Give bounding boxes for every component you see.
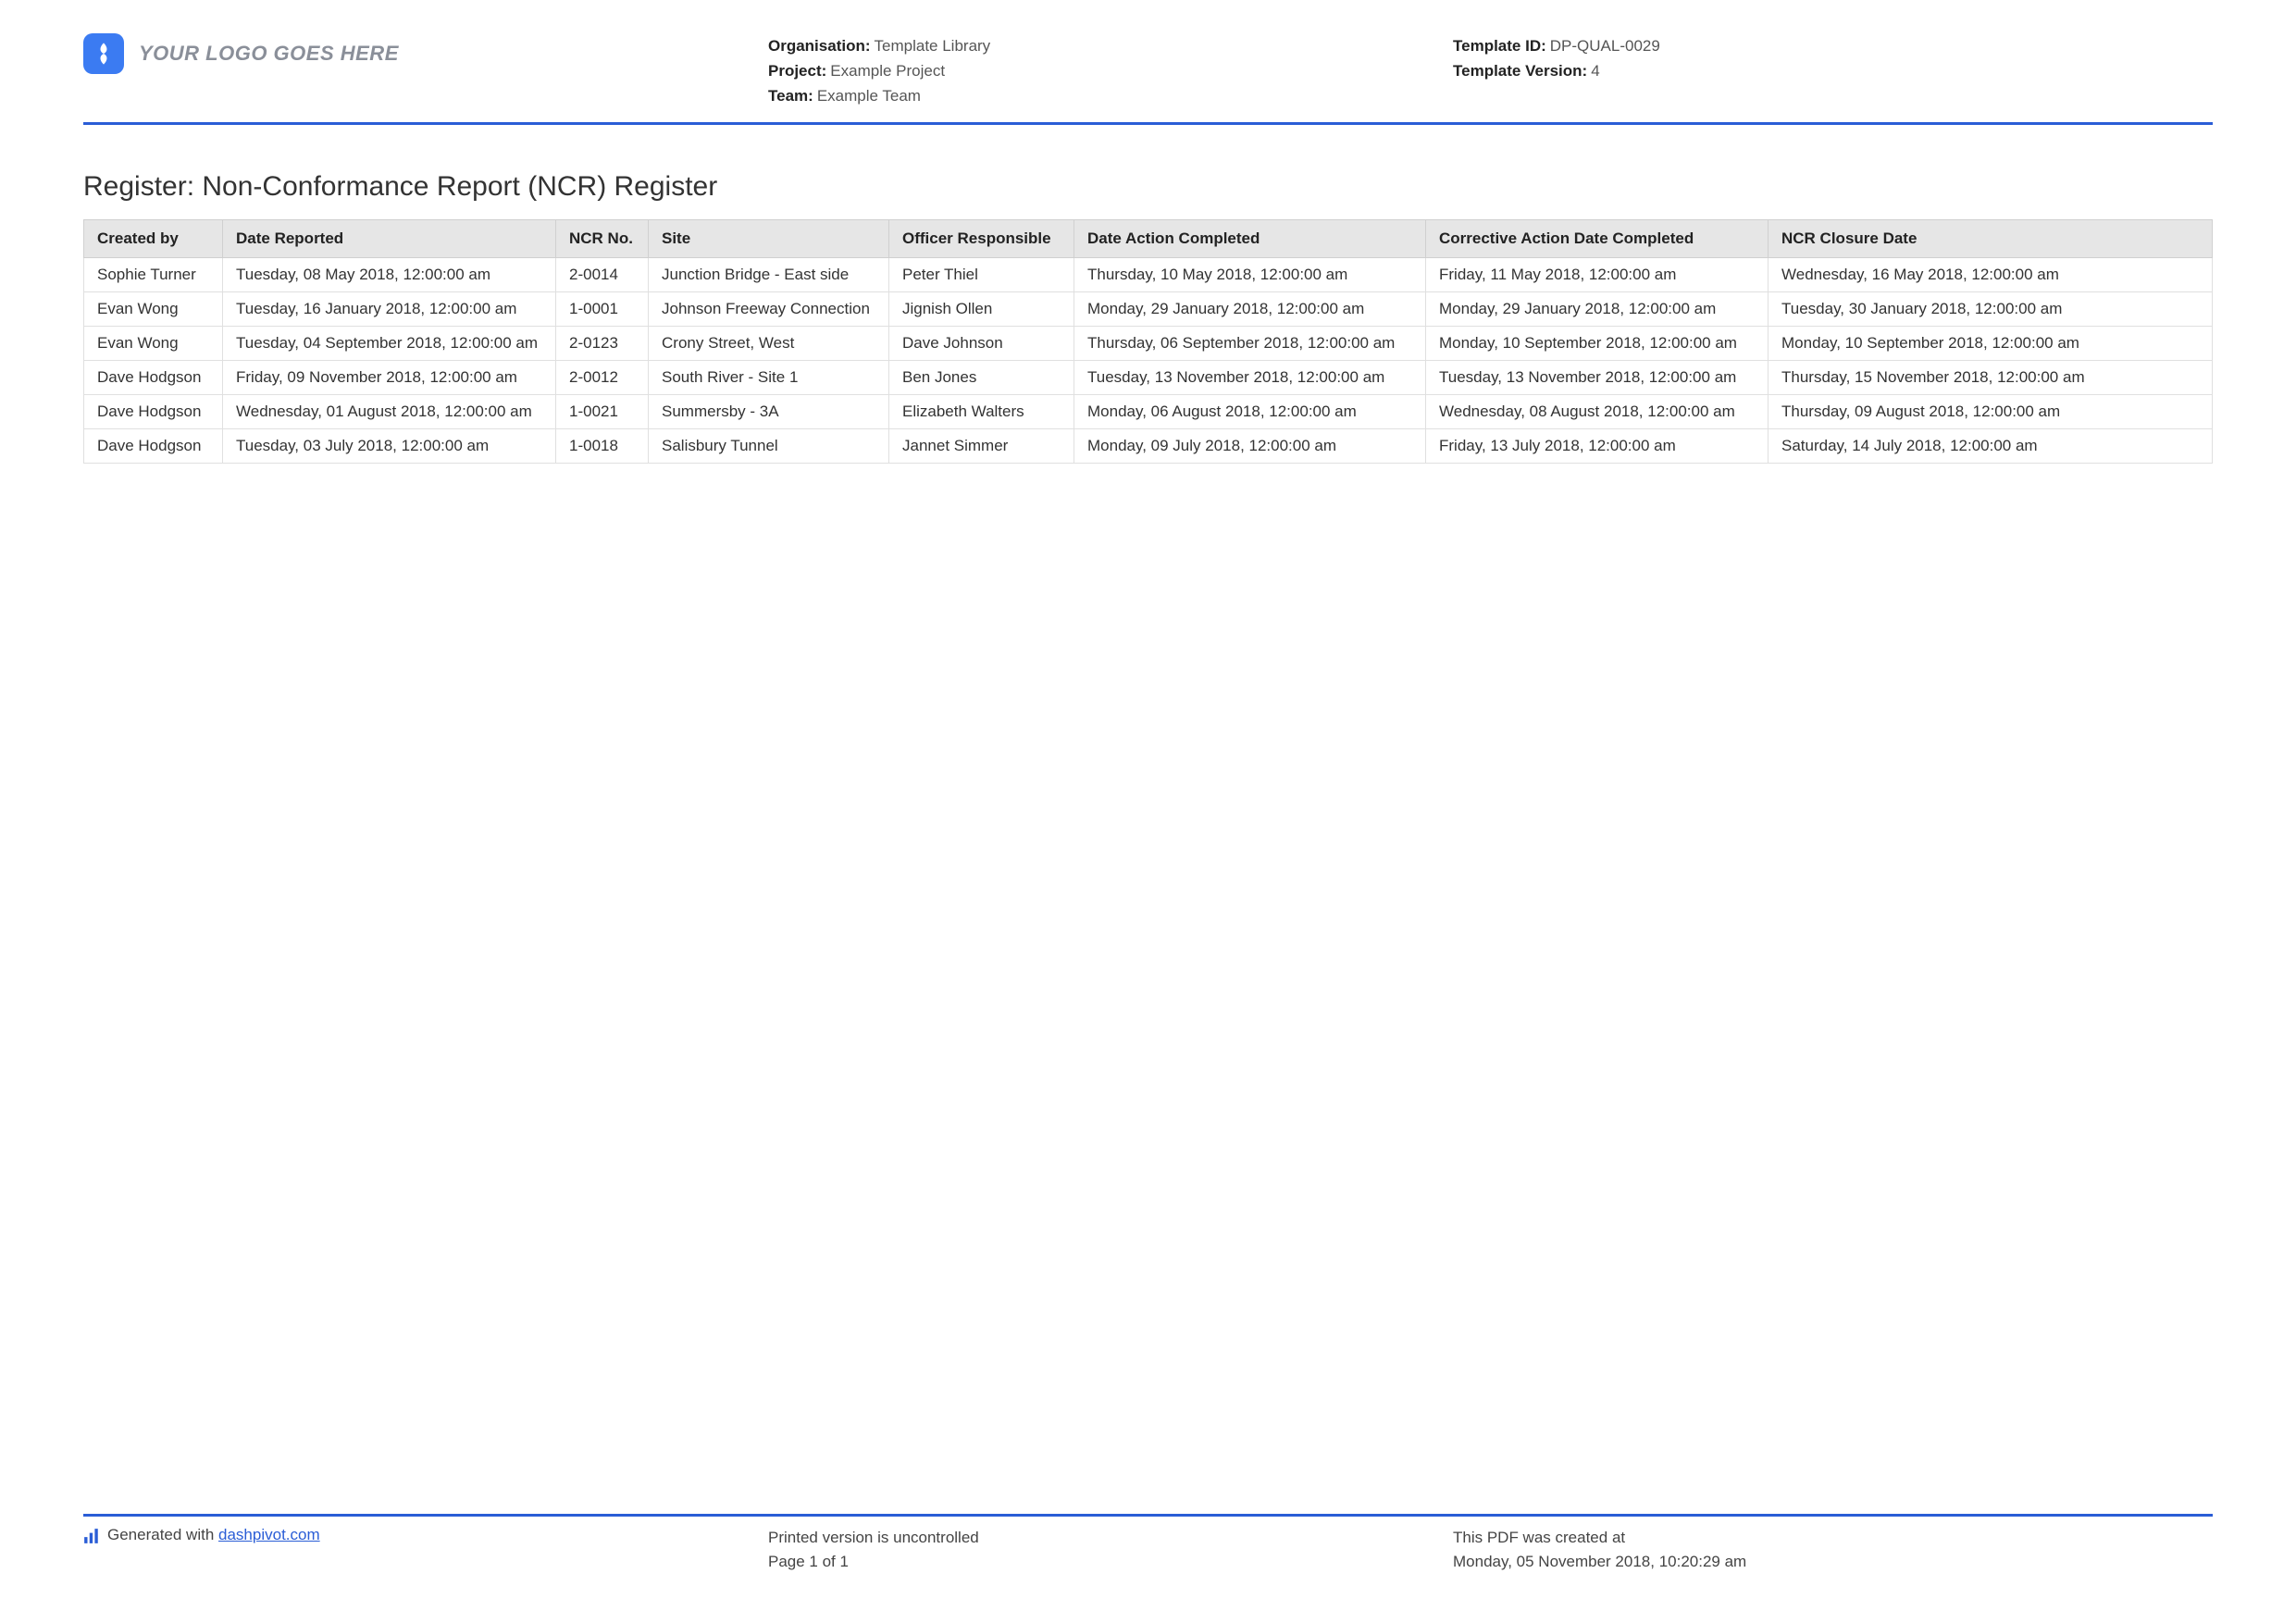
table-cell: Monday, 29 January 2018, 12:00:00 am — [1074, 291, 1426, 326]
table-cell: Friday, 09 November 2018, 12:00:00 am — [223, 360, 556, 394]
table-cell: Tuesday, 13 November 2018, 12:00:00 am — [1074, 360, 1426, 394]
table-cell: Monday, 10 September 2018, 12:00:00 am — [1426, 326, 1769, 360]
ncr-register-table: Created by Date Reported NCR No. Site Of… — [83, 219, 2213, 464]
generated-prefix: Generated with — [107, 1526, 218, 1543]
col-header-ncr-no: NCR No. — [556, 219, 649, 257]
table-header-row: Created by Date Reported NCR No. Site Of… — [84, 219, 2213, 257]
table-cell: Dave Johnson — [889, 326, 1074, 360]
table-cell: Tuesday, 30 January 2018, 12:00:00 am — [1769, 291, 2213, 326]
table-cell: Crony Street, West — [649, 326, 889, 360]
table-cell: Elizabeth Walters — [889, 394, 1074, 428]
table-cell: Summersby - 3A — [649, 394, 889, 428]
table-cell: Dave Hodgson — [84, 428, 223, 463]
col-header-closure-date: NCR Closure Date — [1769, 219, 2213, 257]
table-cell: Wednesday, 01 August 2018, 12:00:00 am — [223, 394, 556, 428]
table-row: Dave HodgsonFriday, 09 November 2018, 12… — [84, 360, 2213, 394]
template-id-label: Template ID: — [1453, 37, 1546, 55]
table-row: Dave HodgsonTuesday, 03 July 2018, 12:00… — [84, 428, 2213, 463]
table-cell: Tuesday, 03 July 2018, 12:00:00 am — [223, 428, 556, 463]
logo-placeholder-text: YOUR LOGO GOES HERE — [139, 42, 399, 66]
table-cell: Dave Hodgson — [84, 394, 223, 428]
table-cell: Thursday, 06 September 2018, 12:00:00 am — [1074, 326, 1426, 360]
table-cell: Peter Thiel — [889, 257, 1074, 291]
org-label: Organisation: — [768, 37, 871, 55]
table-cell: Salisbury Tunnel — [649, 428, 889, 463]
template-version-value: 4 — [1591, 62, 1599, 80]
table-cell: Saturday, 14 July 2018, 12:00:00 am — [1769, 428, 2213, 463]
dashpivot-link[interactable]: dashpivot.com — [218, 1526, 320, 1543]
header-meta-right: Template ID:DP-QUAL-0029 Template Versio… — [1453, 33, 2213, 83]
table-cell: Friday, 11 May 2018, 12:00:00 am — [1426, 257, 1769, 291]
team-value: Example Team — [817, 87, 921, 105]
table-row: Dave HodgsonWednesday, 01 August 2018, 1… — [84, 394, 2213, 428]
table-cell: 2-0014 — [556, 257, 649, 291]
uncontrolled-text: Printed version is uncontrolled — [768, 1526, 1453, 1550]
document-header: YOUR LOGO GOES HERE Organisation:Templat… — [83, 33, 2213, 125]
table-cell: Jannet Simmer — [889, 428, 1074, 463]
footer-middle: Printed version is uncontrolled Page 1 o… — [768, 1526, 1453, 1573]
page-count: Page 1 of 1 — [768, 1550, 1453, 1574]
org-value: Template Library — [875, 37, 991, 55]
table-cell: 1-0021 — [556, 394, 649, 428]
table-cell: Junction Bridge - East side — [649, 257, 889, 291]
template-id-value: DP-QUAL-0029 — [1550, 37, 1660, 55]
team-label: Team: — [768, 87, 813, 105]
logo-block: YOUR LOGO GOES HERE — [83, 33, 768, 74]
table-cell: Wednesday, 16 May 2018, 12:00:00 am — [1769, 257, 2213, 291]
project-label: Project: — [768, 62, 826, 80]
table-cell: Monday, 29 January 2018, 12:00:00 am — [1426, 291, 1769, 326]
table-cell: Tuesday, 13 November 2018, 12:00:00 am — [1426, 360, 1769, 394]
table-cell: Monday, 06 August 2018, 12:00:00 am — [1074, 394, 1426, 428]
table-row: Sophie TurnerTuesday, 08 May 2018, 12:00… — [84, 257, 2213, 291]
brand-logo-icon — [83, 33, 124, 74]
table-row: Evan WongTuesday, 04 September 2018, 12:… — [84, 326, 2213, 360]
table-cell: Jignish Ollen — [889, 291, 1074, 326]
footer-left: Generated with dashpivot.com — [83, 1526, 768, 1573]
table-cell: Johnson Freeway Connection — [649, 291, 889, 326]
table-cell: 1-0001 — [556, 291, 649, 326]
table-cell: 2-0012 — [556, 360, 649, 394]
table-cell: Tuesday, 16 January 2018, 12:00:00 am — [223, 291, 556, 326]
table-cell: South River - Site 1 — [649, 360, 889, 394]
chart-bar-icon — [83, 1526, 100, 1544]
col-header-officer: Officer Responsible — [889, 219, 1074, 257]
col-header-corrective-date: Corrective Action Date Completed — [1426, 219, 1769, 257]
project-value: Example Project — [830, 62, 945, 80]
table-cell: Thursday, 15 November 2018, 12:00:00 am — [1769, 360, 2213, 394]
table-cell: Monday, 10 September 2018, 12:00:00 am — [1769, 326, 2213, 360]
table-cell: Evan Wong — [84, 291, 223, 326]
table-cell: Tuesday, 08 May 2018, 12:00:00 am — [223, 257, 556, 291]
table-cell: Ben Jones — [889, 360, 1074, 394]
footer-right: This PDF was created at Monday, 05 Novem… — [1453, 1526, 2213, 1573]
table-cell: 1-0018 — [556, 428, 649, 463]
col-header-created-by: Created by — [84, 219, 223, 257]
col-header-date-action: Date Action Completed — [1074, 219, 1426, 257]
table-cell: Thursday, 09 August 2018, 12:00:00 am — [1769, 394, 2213, 428]
table-cell: Evan Wong — [84, 326, 223, 360]
col-header-site: Site — [649, 219, 889, 257]
table-cell: 2-0123 — [556, 326, 649, 360]
table-cell: Tuesday, 04 September 2018, 12:00:00 am — [223, 326, 556, 360]
table-row: Evan WongTuesday, 16 January 2018, 12:00… — [84, 291, 2213, 326]
table-cell: Dave Hodgson — [84, 360, 223, 394]
table-cell: Friday, 13 July 2018, 12:00:00 am — [1426, 428, 1769, 463]
table-cell: Sophie Turner — [84, 257, 223, 291]
table-cell: Thursday, 10 May 2018, 12:00:00 am — [1074, 257, 1426, 291]
col-header-date-reported: Date Reported — [223, 219, 556, 257]
created-timestamp: Monday, 05 November 2018, 10:20:29 am — [1453, 1550, 2213, 1574]
table-cell: Monday, 09 July 2018, 12:00:00 am — [1074, 428, 1426, 463]
document-footer: Generated with dashpivot.com Printed ver… — [83, 1514, 2213, 1573]
template-version-label: Template Version: — [1453, 62, 1587, 80]
page-title: Register: Non-Conformance Report (NCR) R… — [83, 171, 2213, 203]
created-label: This PDF was created at — [1453, 1526, 2213, 1550]
header-meta-left: Organisation:Template Library Project:Ex… — [768, 33, 1453, 109]
table-cell: Wednesday, 08 August 2018, 12:00:00 am — [1426, 394, 1769, 428]
